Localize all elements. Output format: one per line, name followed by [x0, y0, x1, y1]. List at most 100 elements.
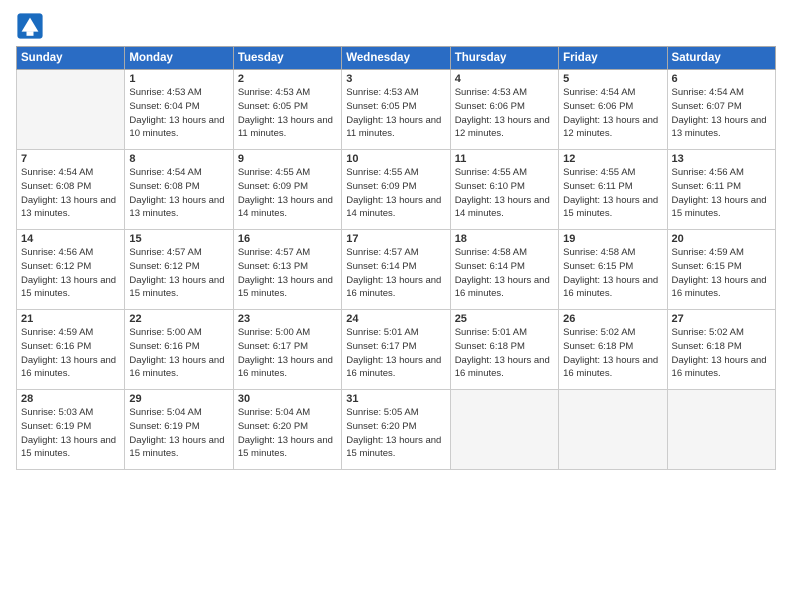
calendar-cell: 29Sunrise: 5:04 AMSunset: 6:19 PMDayligh…: [125, 390, 233, 470]
day-number: 7: [21, 153, 120, 165]
day-number: 5: [563, 73, 662, 85]
calendar-cell: 10Sunrise: 4:55 AMSunset: 6:09 PMDayligh…: [342, 150, 450, 230]
day-number: 27: [672, 313, 771, 325]
day-number: 3: [346, 73, 445, 85]
page: SundayMondayTuesdayWednesdayThursdayFrid…: [0, 0, 792, 612]
calendar-cell: 5Sunrise: 4:54 AMSunset: 6:06 PMDaylight…: [559, 70, 667, 150]
cell-text: Sunrise: 5:02 AMSunset: 6:18 PMDaylight:…: [672, 326, 771, 381]
cell-text: Sunrise: 4:57 AMSunset: 6:14 PMDaylight:…: [346, 246, 445, 301]
day-number: 29: [129, 393, 228, 405]
calendar-cell: 6Sunrise: 4:54 AMSunset: 6:07 PMDaylight…: [667, 70, 775, 150]
cell-text: Sunrise: 5:00 AMSunset: 6:16 PMDaylight:…: [129, 326, 228, 381]
calendar-cell: 23Sunrise: 5:00 AMSunset: 6:17 PMDayligh…: [233, 310, 341, 390]
calendar-cell: 7Sunrise: 4:54 AMSunset: 6:08 PMDaylight…: [17, 150, 125, 230]
header-cell-thursday: Thursday: [450, 47, 558, 70]
calendar-cell: [450, 390, 558, 470]
cell-text: Sunrise: 4:53 AMSunset: 6:06 PMDaylight:…: [455, 86, 554, 141]
calendar-cell: 2Sunrise: 4:53 AMSunset: 6:05 PMDaylight…: [233, 70, 341, 150]
cell-text: Sunrise: 5:03 AMSunset: 6:19 PMDaylight:…: [21, 406, 120, 461]
calendar-cell: 16Sunrise: 4:57 AMSunset: 6:13 PMDayligh…: [233, 230, 341, 310]
calendar-cell: 21Sunrise: 4:59 AMSunset: 6:16 PMDayligh…: [17, 310, 125, 390]
cell-text: Sunrise: 4:58 AMSunset: 6:15 PMDaylight:…: [563, 246, 662, 301]
cell-text: Sunrise: 4:53 AMSunset: 6:04 PMDaylight:…: [129, 86, 228, 141]
day-number: 31: [346, 393, 445, 405]
logo-icon: [16, 12, 44, 40]
cell-text: Sunrise: 4:56 AMSunset: 6:11 PMDaylight:…: [672, 166, 771, 221]
header-cell-tuesday: Tuesday: [233, 47, 341, 70]
day-number: 26: [563, 313, 662, 325]
day-number: 23: [238, 313, 337, 325]
calendar-cell: 31Sunrise: 5:05 AMSunset: 6:20 PMDayligh…: [342, 390, 450, 470]
cell-text: Sunrise: 4:54 AMSunset: 6:08 PMDaylight:…: [129, 166, 228, 221]
day-number: 13: [672, 153, 771, 165]
calendar-cell: [17, 70, 125, 150]
cell-text: Sunrise: 4:55 AMSunset: 6:11 PMDaylight:…: [563, 166, 662, 221]
calendar-cell: 1Sunrise: 4:53 AMSunset: 6:04 PMDaylight…: [125, 70, 233, 150]
cell-text: Sunrise: 5:05 AMSunset: 6:20 PMDaylight:…: [346, 406, 445, 461]
calendar-cell: 26Sunrise: 5:02 AMSunset: 6:18 PMDayligh…: [559, 310, 667, 390]
day-number: 25: [455, 313, 554, 325]
week-row-4: 21Sunrise: 4:59 AMSunset: 6:16 PMDayligh…: [17, 310, 776, 390]
cell-text: Sunrise: 4:59 AMSunset: 6:15 PMDaylight:…: [672, 246, 771, 301]
header-cell-wednesday: Wednesday: [342, 47, 450, 70]
day-number: 21: [21, 313, 120, 325]
calendar-cell: [667, 390, 775, 470]
day-number: 2: [238, 73, 337, 85]
calendar-cell: 25Sunrise: 5:01 AMSunset: 6:18 PMDayligh…: [450, 310, 558, 390]
cell-text: Sunrise: 4:55 AMSunset: 6:09 PMDaylight:…: [238, 166, 337, 221]
cell-text: Sunrise: 5:04 AMSunset: 6:19 PMDaylight:…: [129, 406, 228, 461]
cell-text: Sunrise: 4:57 AMSunset: 6:13 PMDaylight:…: [238, 246, 337, 301]
calendar-cell: 30Sunrise: 5:04 AMSunset: 6:20 PMDayligh…: [233, 390, 341, 470]
calendar-cell: 14Sunrise: 4:56 AMSunset: 6:12 PMDayligh…: [17, 230, 125, 310]
calendar-cell: 28Sunrise: 5:03 AMSunset: 6:19 PMDayligh…: [17, 390, 125, 470]
cell-text: Sunrise: 4:54 AMSunset: 6:07 PMDaylight:…: [672, 86, 771, 141]
day-number: 20: [672, 233, 771, 245]
calendar-table: SundayMondayTuesdayWednesdayThursdayFrid…: [16, 46, 776, 470]
week-row-5: 28Sunrise: 5:03 AMSunset: 6:19 PMDayligh…: [17, 390, 776, 470]
day-number: 9: [238, 153, 337, 165]
calendar-cell: 13Sunrise: 4:56 AMSunset: 6:11 PMDayligh…: [667, 150, 775, 230]
cell-text: Sunrise: 4:54 AMSunset: 6:06 PMDaylight:…: [563, 86, 662, 141]
week-row-3: 14Sunrise: 4:56 AMSunset: 6:12 PMDayligh…: [17, 230, 776, 310]
header-cell-monday: Monday: [125, 47, 233, 70]
cell-text: Sunrise: 4:58 AMSunset: 6:14 PMDaylight:…: [455, 246, 554, 301]
calendar-cell: 17Sunrise: 4:57 AMSunset: 6:14 PMDayligh…: [342, 230, 450, 310]
day-number: 8: [129, 153, 228, 165]
cell-text: Sunrise: 5:02 AMSunset: 6:18 PMDaylight:…: [563, 326, 662, 381]
header: [16, 12, 776, 40]
day-number: 11: [455, 153, 554, 165]
day-number: 19: [563, 233, 662, 245]
header-row: SundayMondayTuesdayWednesdayThursdayFrid…: [17, 47, 776, 70]
day-number: 14: [21, 233, 120, 245]
calendar-cell: 12Sunrise: 4:55 AMSunset: 6:11 PMDayligh…: [559, 150, 667, 230]
cell-text: Sunrise: 5:01 AMSunset: 6:17 PMDaylight:…: [346, 326, 445, 381]
day-number: 1: [129, 73, 228, 85]
day-number: 30: [238, 393, 337, 405]
calendar-cell: 11Sunrise: 4:55 AMSunset: 6:10 PMDayligh…: [450, 150, 558, 230]
day-number: 24: [346, 313, 445, 325]
calendar-cell: 27Sunrise: 5:02 AMSunset: 6:18 PMDayligh…: [667, 310, 775, 390]
cell-text: Sunrise: 5:01 AMSunset: 6:18 PMDaylight:…: [455, 326, 554, 381]
calendar-cell: 24Sunrise: 5:01 AMSunset: 6:17 PMDayligh…: [342, 310, 450, 390]
cell-text: Sunrise: 4:59 AMSunset: 6:16 PMDaylight:…: [21, 326, 120, 381]
cell-text: Sunrise: 4:55 AMSunset: 6:10 PMDaylight:…: [455, 166, 554, 221]
day-number: 12: [563, 153, 662, 165]
calendar-cell: 9Sunrise: 4:55 AMSunset: 6:09 PMDaylight…: [233, 150, 341, 230]
header-cell-sunday: Sunday: [17, 47, 125, 70]
cell-text: Sunrise: 5:00 AMSunset: 6:17 PMDaylight:…: [238, 326, 337, 381]
cell-text: Sunrise: 5:04 AMSunset: 6:20 PMDaylight:…: [238, 406, 337, 461]
day-number: 17: [346, 233, 445, 245]
day-number: 6: [672, 73, 771, 85]
calendar-cell: 20Sunrise: 4:59 AMSunset: 6:15 PMDayligh…: [667, 230, 775, 310]
logo: [16, 12, 48, 40]
calendar-cell: 8Sunrise: 4:54 AMSunset: 6:08 PMDaylight…: [125, 150, 233, 230]
header-cell-saturday: Saturday: [667, 47, 775, 70]
day-number: 15: [129, 233, 228, 245]
cell-text: Sunrise: 4:57 AMSunset: 6:12 PMDaylight:…: [129, 246, 228, 301]
cell-text: Sunrise: 4:55 AMSunset: 6:09 PMDaylight:…: [346, 166, 445, 221]
day-number: 28: [21, 393, 120, 405]
cell-text: Sunrise: 4:56 AMSunset: 6:12 PMDaylight:…: [21, 246, 120, 301]
calendar-cell: 3Sunrise: 4:53 AMSunset: 6:05 PMDaylight…: [342, 70, 450, 150]
calendar-cell: [559, 390, 667, 470]
week-row-2: 7 Sunrise: 4:54 AMSunset: 6:08 PMDaylight…: [17, 150, 776, 230]
